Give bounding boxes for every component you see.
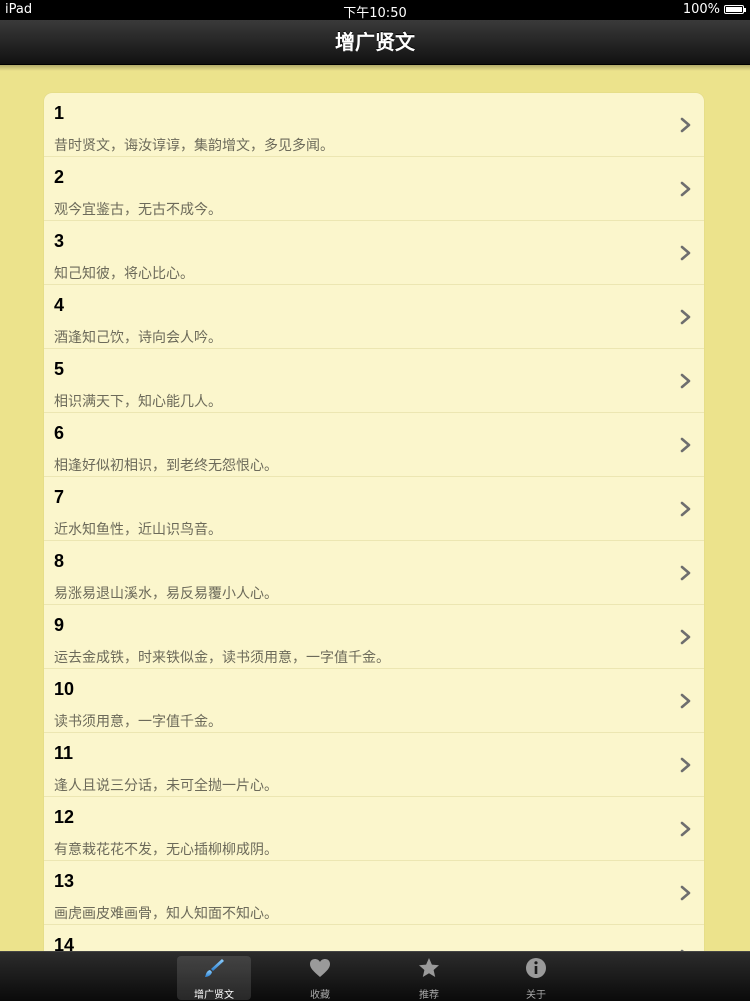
item-text: 相逢好似初相识，到老终无怨恨心。 [54, 458, 278, 474]
chevron-right-icon [680, 501, 691, 517]
list-item[interactable]: 5 相识满天下，知心能几人。 [44, 349, 704, 413]
item-text: 运去金成铁，时来铁似金，读书须用意，一字值千金。 [54, 650, 390, 666]
item-number: 5 [54, 359, 65, 379]
chevron-right-icon [680, 629, 691, 645]
list-item[interactable]: 8 易涨易退山溪水，易反易覆小人心。 [44, 541, 704, 605]
chevron-right-icon [680, 693, 691, 709]
item-text: 知己知彼，将心比心。 [54, 266, 194, 282]
item-number: 13 [54, 871, 75, 891]
tab-label: 关于 [526, 990, 546, 1001]
status-bar: iPad 下午10:50 100% [0, 0, 750, 21]
tab-zengguang[interactable]: 增广贤文 [177, 956, 251, 1001]
list-item[interactable]: 13 画虎画皮难画骨，知人知面不知心。 [44, 861, 704, 925]
tab-favorites[interactable]: 收藏 [283, 956, 357, 1001]
battery-indicator: 100% [682, 2, 746, 17]
item-text: 近水知鱼性，近山识鸟音。 [54, 522, 222, 538]
item-number: 10 [54, 679, 75, 699]
content-area[interactable]: 1 昔时贤文，诲汝谆谆，集韵增文，多见多闻。 2 观今宜鉴古，无古不成今。 3 … [0, 65, 750, 951]
chevron-right-icon [680, 117, 691, 133]
item-number: 9 [54, 615, 65, 635]
item-text: 读书须用意，一字值千金。 [54, 714, 222, 730]
list-item[interactable]: 3 知己知彼，将心比心。 [44, 221, 704, 285]
item-number: 1 [54, 103, 65, 123]
item-text: 画虎画皮难画骨，知人知面不知心。 [54, 906, 278, 922]
item-text: 有意栽花花不发，无心插柳柳成阴。 [54, 842, 278, 858]
list-item[interactable]: 9 运去金成铁，时来铁似金，读书须用意，一字值千金。 [44, 605, 704, 669]
navigation-bar: 增广贤文 [0, 20, 750, 65]
item-number: 6 [54, 423, 65, 443]
chevron-right-icon [680, 309, 691, 325]
battery-icon [724, 5, 746, 14]
clock: 下午10:50 [343, 6, 407, 21]
chevron-right-icon [680, 757, 691, 773]
battery-percent: 100% [682, 2, 720, 17]
list-item[interactable]: 11 逢人且说三分话，未可全抛一片心。 [44, 733, 704, 797]
item-text: 易涨易退山溪水，易反易覆小人心。 [54, 586, 278, 602]
list-item[interactable]: 1 昔时贤文，诲汝谆谆，集韵增文，多见多闻。 [44, 93, 704, 157]
brush-icon [205, 959, 224, 977]
tab-bar: 增广贤文 收藏 推荐 关于 [0, 951, 750, 1001]
verse-list: 1 昔时贤文，诲汝谆谆，集韵增文，多见多闻。 2 观今宜鉴古，无古不成今。 3 … [44, 93, 704, 951]
item-number: 4 [54, 295, 65, 315]
item-number: 14 [54, 935, 75, 951]
item-text: 昔时贤文，诲汝谆谆，集韵增文，多见多闻。 [54, 138, 334, 154]
chevron-right-icon [680, 885, 691, 901]
page-title: 增广贤文 [335, 30, 415, 54]
item-number: 12 [54, 807, 75, 827]
tab-label: 增广贤文 [194, 990, 234, 1001]
star-icon [419, 958, 439, 977]
item-text: 酒逢知己饮，诗向会人吟。 [54, 330, 222, 346]
item-number: 7 [54, 487, 65, 507]
heart-icon [310, 959, 330, 977]
item-text: 观今宜鉴古，无古不成今。 [54, 202, 222, 218]
chevron-right-icon [680, 565, 691, 581]
tab-about[interactable]: 关于 [499, 956, 573, 1001]
list-item[interactable]: 14 [44, 925, 704, 951]
item-number: 8 [54, 551, 65, 571]
list-item[interactable]: 12 有意栽花花不发，无心插柳柳成阴。 [44, 797, 704, 861]
info-icon [526, 958, 546, 978]
chevron-right-icon [680, 373, 691, 389]
list-item[interactable]: 2 观今宜鉴古，无古不成今。 [44, 157, 704, 221]
list-item[interactable]: 6 相逢好似初相识，到老终无怨恨心。 [44, 413, 704, 477]
tab-label: 收藏 [310, 990, 330, 1001]
chevron-right-icon [680, 821, 691, 837]
item-number: 2 [54, 167, 65, 187]
list-item[interactable]: 10 读书须用意，一字值千金。 [44, 669, 704, 733]
item-text: 逢人且说三分话，未可全抛一片心。 [54, 778, 278, 794]
item-number: 3 [54, 231, 65, 251]
tab-label: 推荐 [419, 990, 439, 1001]
chevron-right-icon [680, 437, 691, 453]
item-text: 相识满天下，知心能几人。 [54, 394, 222, 410]
tab-recommend[interactable]: 推荐 [392, 956, 466, 1001]
chevron-right-icon [680, 181, 691, 197]
chevron-right-icon [680, 245, 691, 261]
item-number: 11 [54, 743, 74, 763]
list-item[interactable]: 4 酒逢知己饮，诗向会人吟。 [44, 285, 704, 349]
list-item[interactable]: 7 近水知鱼性，近山识鸟音。 [44, 477, 704, 541]
